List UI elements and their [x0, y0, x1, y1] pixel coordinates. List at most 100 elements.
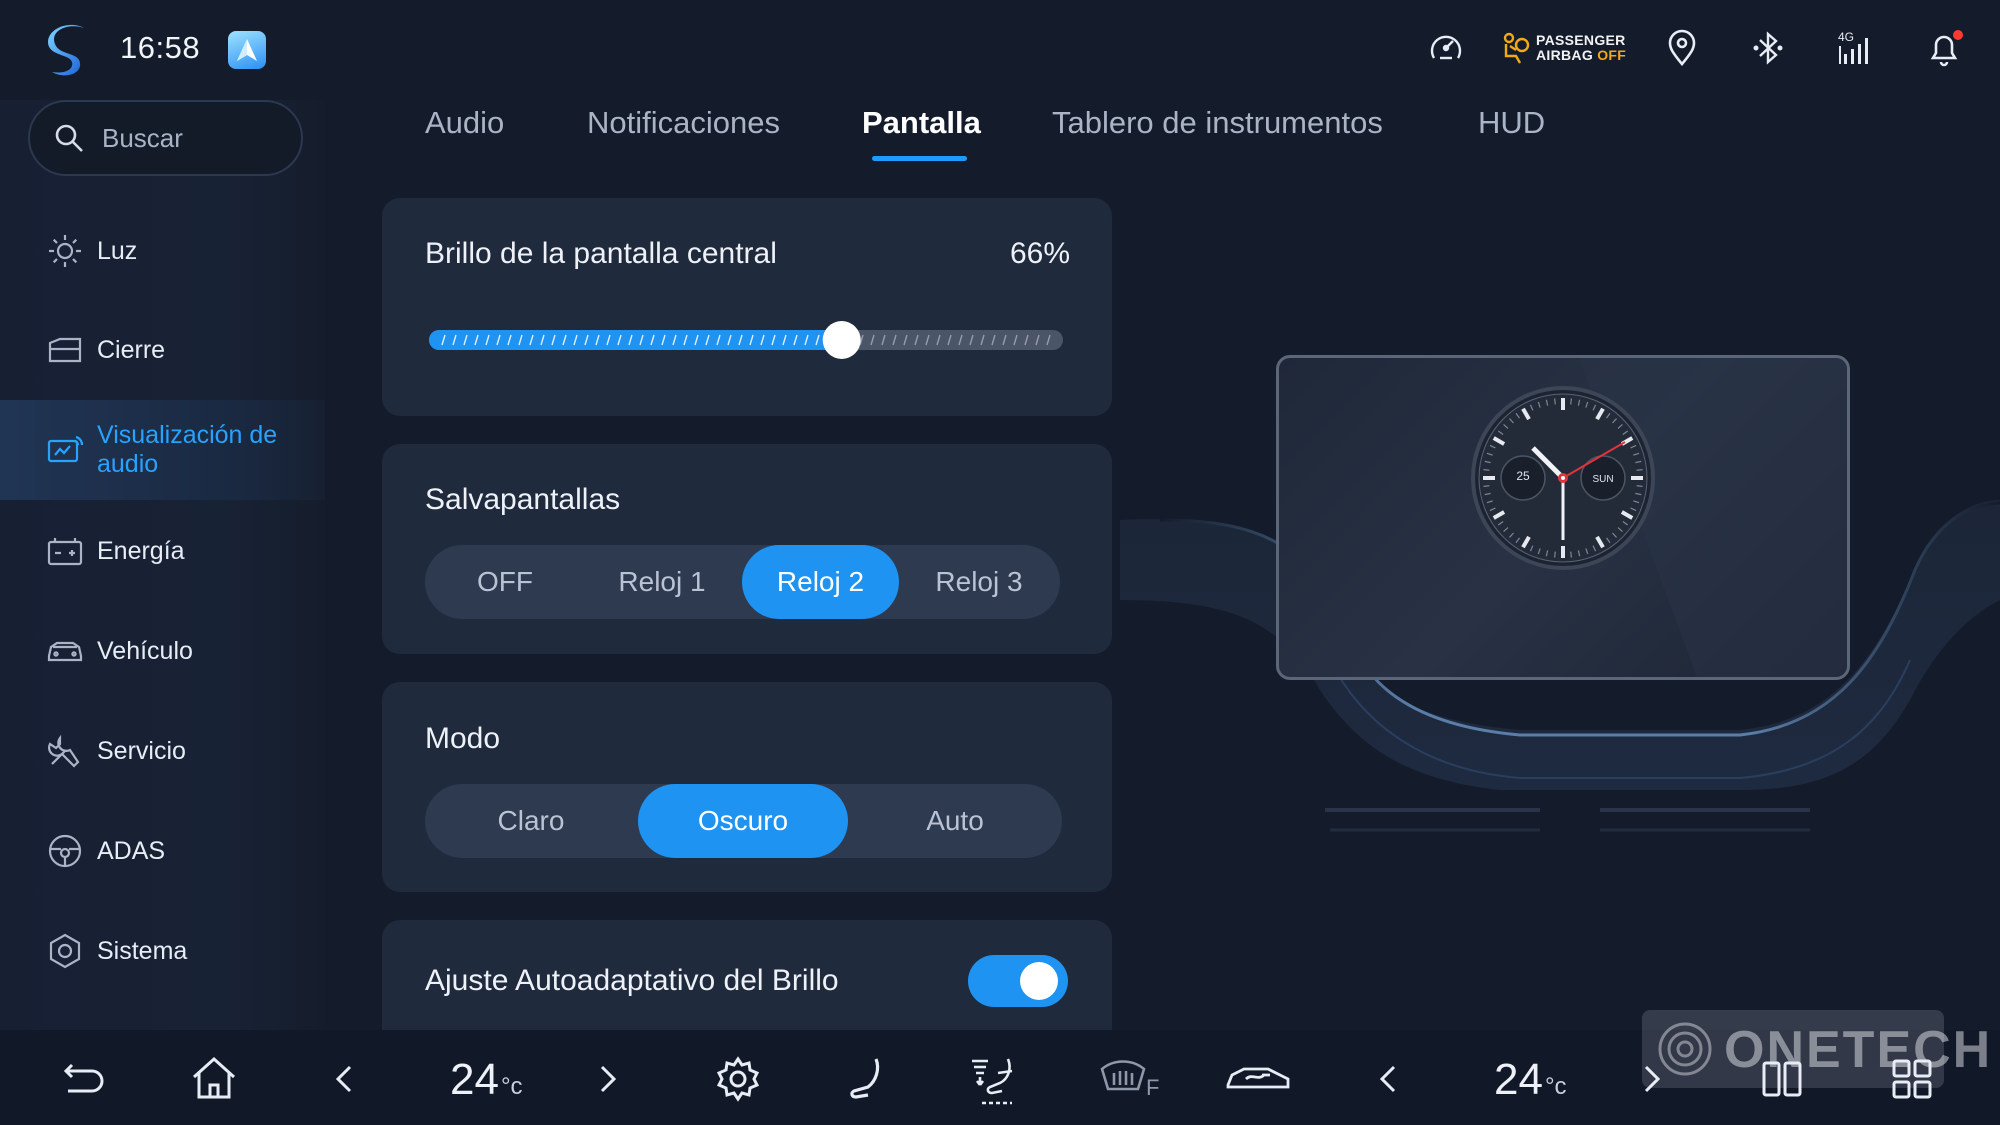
tab-pantalla[interactable]: Pantalla: [862, 105, 981, 141]
seat-icon[interactable]: [844, 1055, 892, 1103]
screensaver-option-off[interactable]: OFF: [425, 545, 585, 619]
sidebar-item-energia[interactable]: Energía: [0, 506, 325, 596]
airbag-off-label: OFF: [1597, 47, 1627, 63]
mode-title: Modo: [425, 722, 501, 755]
auto-brightness-title: Ajuste Autoadaptativo del Brillo: [425, 964, 839, 997]
sidebar-item-label: ADAS: [97, 836, 166, 865]
navigation-app-icon[interactable]: [228, 31, 266, 69]
sidebar-item-servicio[interactable]: Servicio: [0, 706, 325, 796]
clock-preview-icon: 25 SUN: [1471, 386, 1655, 570]
chevron-left-icon: [1379, 1065, 1396, 1093]
temp-left-decrease[interactable]: [320, 1055, 368, 1103]
sidebar-item-label: Cierre: [97, 335, 166, 364]
rear-defrost-label: F: [1146, 1075, 1159, 1100]
brightness-slider[interactable]: [425, 320, 1067, 360]
audio-visual-icon: [46, 431, 84, 469]
tab-tablero-instrumentos[interactable]: Tablero de instrumentos: [1052, 105, 1383, 141]
notification-badge: [1953, 30, 1963, 40]
screensaver-selector: OFF Reloj 1 Reloj 2 Reloj 3: [425, 545, 1060, 619]
app-logo-icon: [44, 22, 92, 80]
battery-icon: [46, 532, 84, 570]
sidebar-item-luz[interactable]: Luz: [0, 206, 325, 296]
passenger-airbag-status: PASSENGER AIRBAG OFF: [1500, 32, 1626, 64]
status-time: 16:58: [120, 30, 201, 65]
mode-option-auto[interactable]: Auto: [848, 784, 1062, 858]
slider-fill: [429, 330, 842, 350]
temp-right-decrease[interactable]: [1364, 1055, 1412, 1103]
tab-hud[interactable]: HUD: [1478, 105, 1545, 141]
temp-right: 24°c: [1494, 1055, 1567, 1105]
clock-tick: [1554, 398, 1556, 405]
airflow-icon[interactable]: [968, 1055, 1016, 1105]
sidebar-item-label: Servicio: [97, 736, 186, 765]
temp-right-unit: °c: [1544, 1073, 1567, 1100]
mode-option-oscuro[interactable]: Oscuro: [638, 784, 848, 858]
clock-tick: [1554, 551, 1556, 558]
chevron-left-icon: [335, 1065, 352, 1093]
clock-tick: [1570, 551, 1572, 558]
slider-knob: [822, 321, 861, 359]
temp-right-increase[interactable]: [1628, 1055, 1676, 1103]
tab-active-underline: [872, 156, 967, 161]
lock-door-icon: [46, 331, 84, 369]
system-gear-icon: [46, 932, 84, 970]
mode-option-claro[interactable]: Claro: [425, 784, 637, 858]
sidebar-item-label: Sistema: [97, 936, 188, 965]
screensaver-title: Salvapantallas: [425, 483, 621, 516]
airbag-label-line1: PASSENGER: [1536, 32, 1626, 48]
home-icon[interactable]: [190, 1055, 238, 1103]
settings-icon[interactable]: [714, 1055, 762, 1103]
clock-weekday: SUN: [1592, 474, 1613, 485]
car-fan-icon[interactable]: [1224, 1055, 1294, 1103]
wrench-icon: [46, 732, 84, 770]
clock-tick: [1636, 469, 1643, 471]
clock-tick: [1483, 485, 1490, 487]
back-icon[interactable]: [60, 1055, 108, 1103]
location-pin-icon[interactable]: [1662, 28, 1702, 68]
brightness-title: Brillo de la pantalla central: [425, 237, 777, 270]
car-icon: [46, 632, 84, 670]
tab-audio[interactable]: Audio: [425, 105, 504, 141]
brightness-card: [382, 198, 1112, 416]
search-placeholder: Buscar: [102, 123, 183, 153]
sidebar-item-vehiculo[interactable]: Vehículo: [0, 606, 325, 696]
clock-day-number: 25: [1516, 469, 1530, 483]
brightness-value: 66%: [1010, 237, 1071, 270]
airbag-label-line2: AIRBAG: [1536, 47, 1594, 63]
passenger-airbag-icon: [1503, 32, 1530, 64]
network-type-label: 4G: [1838, 30, 1854, 44]
sun-icon: [46, 232, 84, 270]
screensaver-option-reloj-1[interactable]: Reloj 1: [582, 545, 742, 619]
screensaver-option-reloj-3[interactable]: Reloj 3: [899, 545, 1059, 619]
temp-right-value: 24: [1494, 1055, 1543, 1104]
defrost-icon[interactable]: F: [1098, 1055, 1168, 1103]
clock-tick: [1483, 469, 1490, 471]
sidebar-item-label: Vehículo: [97, 636, 193, 665]
tab-notificaciones[interactable]: Notificaciones: [587, 105, 780, 141]
temp-left: 24°c: [450, 1055, 523, 1105]
split-screen-icon[interactable]: [1758, 1055, 1806, 1103]
screensaver-option-reloj-2[interactable]: Reloj 2: [742, 545, 899, 619]
signal-4g-icon: 4G: [1836, 28, 1876, 68]
toggle-knob: [1020, 962, 1058, 1000]
speed-sound-icon: [1426, 28, 1466, 68]
search-icon: [52, 121, 86, 155]
chevron-right-icon: [600, 1065, 617, 1093]
bluetooth-icon[interactable]: [1748, 28, 1788, 68]
clock-tick: [1636, 485, 1643, 487]
temp-left-unit: °c: [500, 1073, 523, 1100]
screensaver-preview: 25 SUN: [1276, 355, 1850, 680]
mode-selector: Claro Oscuro Auto: [425, 784, 1062, 858]
sidebar-item-cierre[interactable]: Cierre: [0, 305, 325, 395]
sidebar-item-label: Energía: [97, 536, 185, 565]
app-grid-icon[interactable]: [1888, 1055, 1936, 1103]
temp-left-value: 24: [450, 1055, 499, 1104]
clock-tick: [1570, 398, 1572, 405]
sidebar-item-sistema[interactable]: Sistema: [0, 906, 325, 996]
steering-wheel-icon: [46, 832, 84, 870]
sidebar-item-adas[interactable]: ADAS: [0, 806, 325, 896]
temp-left-increase[interactable]: [584, 1055, 632, 1103]
sidebar-item-label: Visualización de audio: [97, 421, 278, 478]
chevron-right-icon: [1644, 1065, 1661, 1093]
sidebar-item-visualizacion-audio[interactable]: Visualización de audio: [0, 400, 325, 500]
